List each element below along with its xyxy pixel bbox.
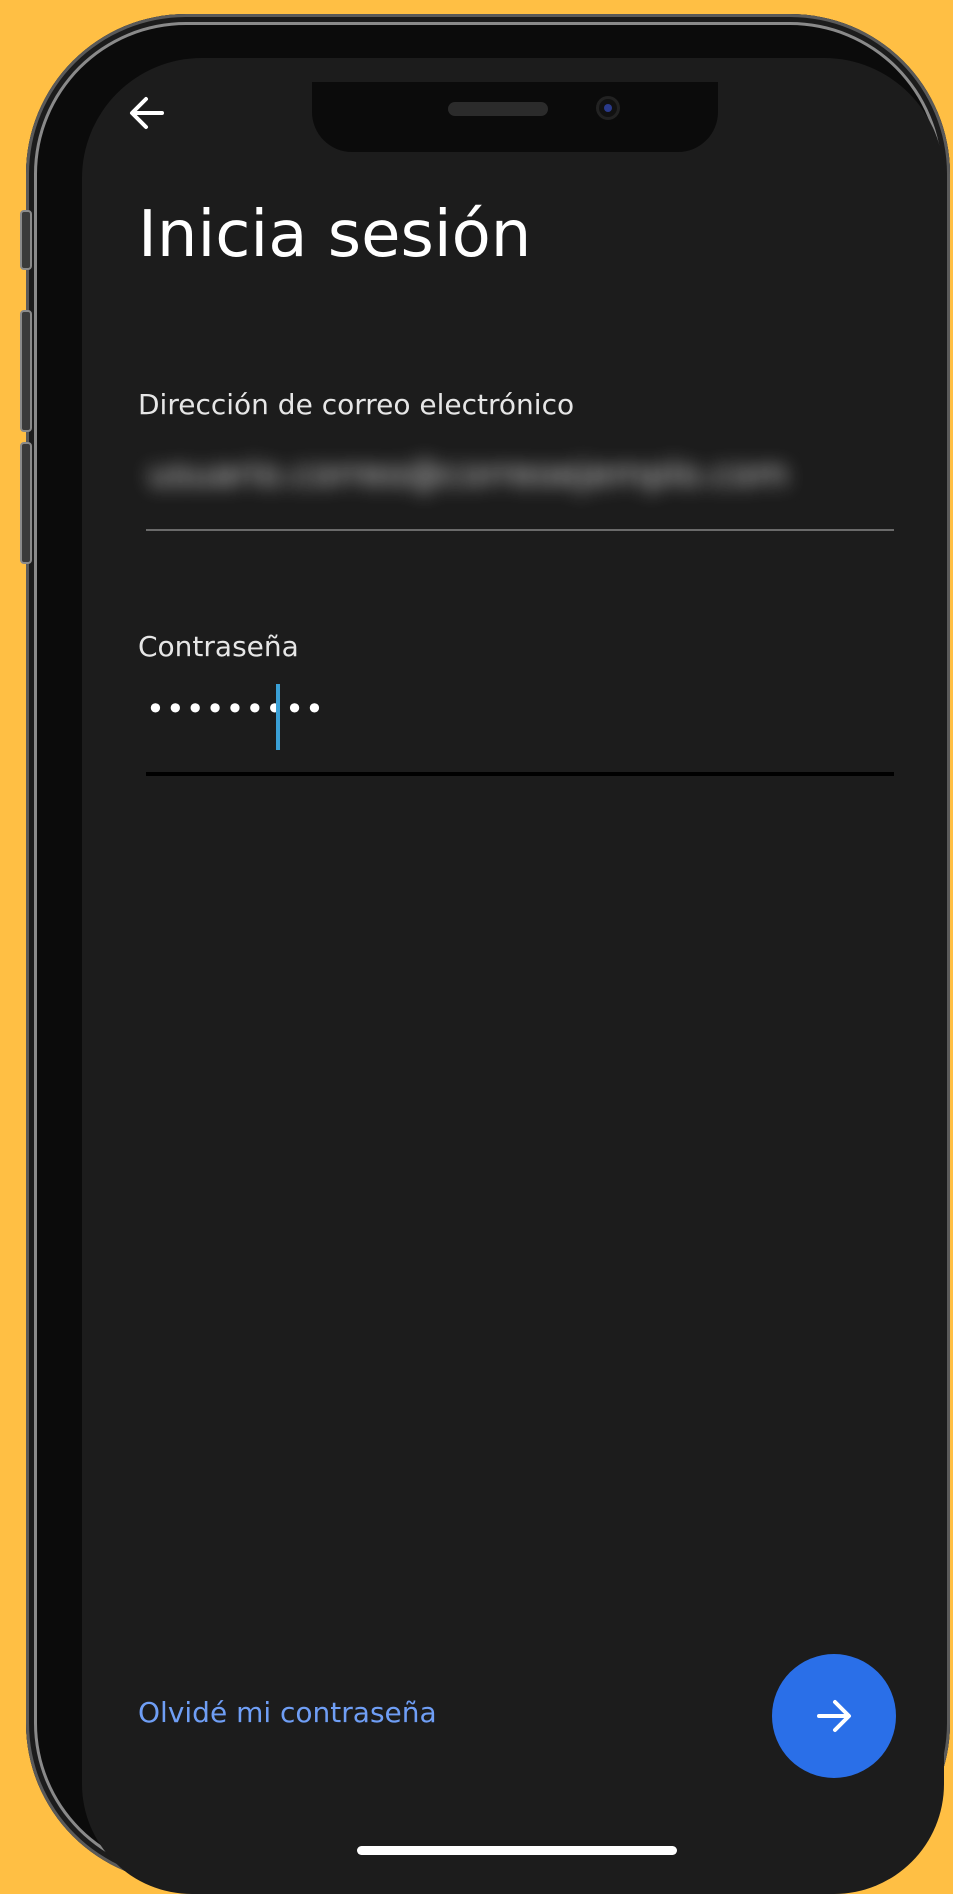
password-underline [146,772,894,776]
notch [312,82,718,152]
app-screen: Inicia sesión Dirección de correo electr… [82,58,944,1894]
page-title: Inicia sesión [138,198,532,272]
email-field[interactable]: usuario.correo@correoejemplo.com [148,454,878,512]
email-label: Dirección de correo electrónico [138,388,575,421]
silent-switch [20,210,32,270]
earpiece-speaker [448,102,548,116]
back-button[interactable] [122,88,172,138]
forgot-password-link[interactable]: Olvidé mi contraseña [138,1696,437,1729]
phone-frame: Inicia sesión Dirección de correo electr… [20,14,950,1894]
home-indicator[interactable] [357,1846,677,1855]
email-underline [146,529,894,531]
text-caret [276,684,280,750]
password-field[interactable]: ••••••••• [146,690,325,728]
volume-down-button [20,442,32,564]
arrow-right-icon [817,1700,851,1732]
volume-up-button [20,310,32,432]
front-camera-icon [596,96,620,120]
arrow-left-icon [130,97,164,129]
next-button[interactable] [772,1654,896,1778]
password-label: Contraseña [138,630,299,663]
